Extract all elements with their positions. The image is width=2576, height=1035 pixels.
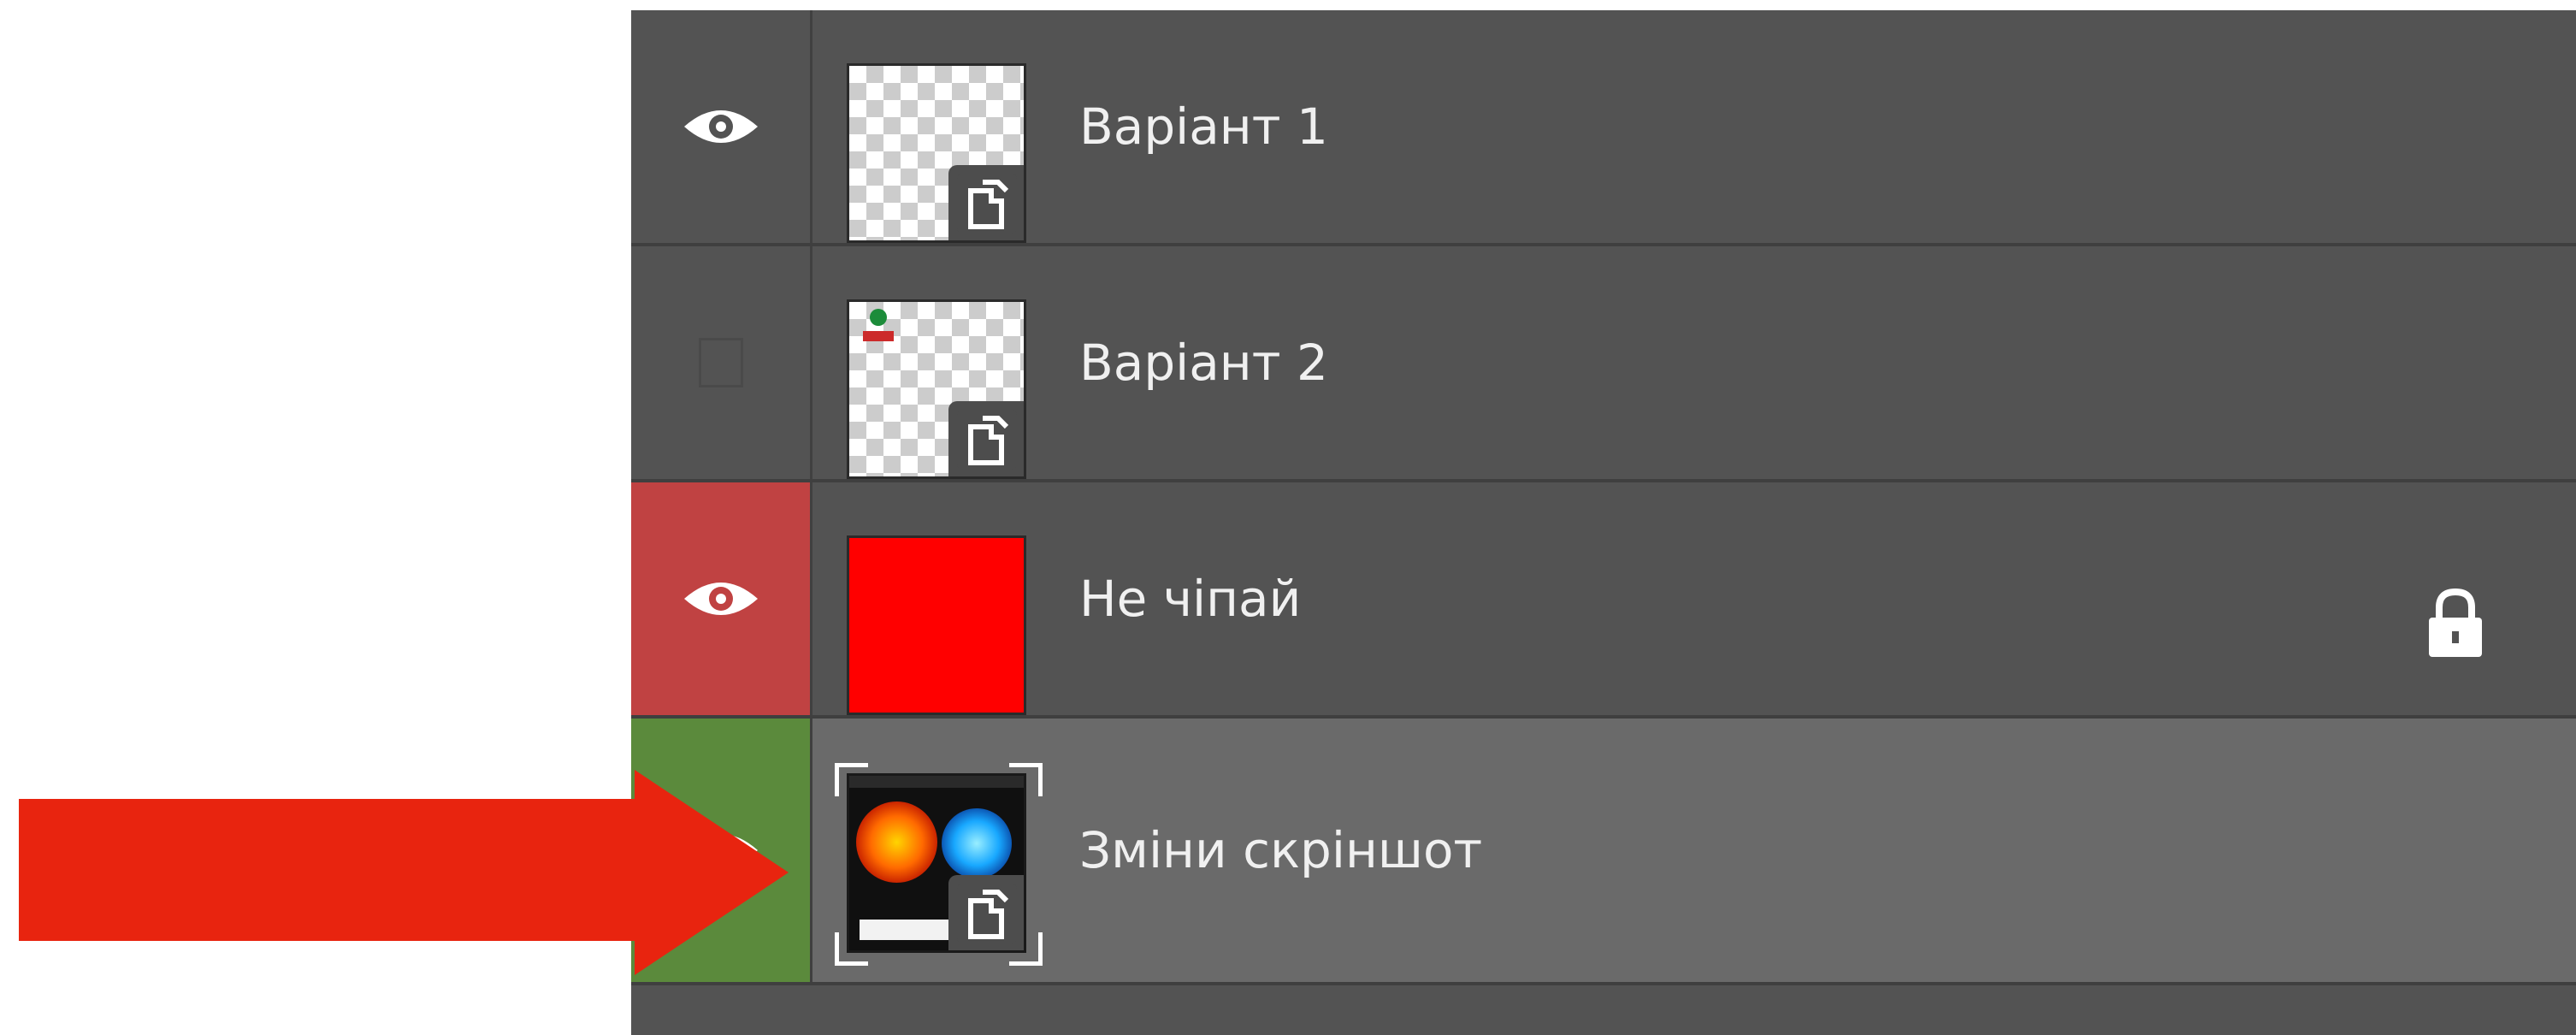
eye-icon[interactable] (682, 575, 759, 623)
layer-name[interactable]: Варіант 1 (1079, 10, 1328, 243)
layer-name[interactable]: Зміни скріншот (1079, 719, 1482, 982)
layer-thumbnail (847, 63, 1026, 243)
layer-name[interactable]: Не чіпай (1079, 482, 1301, 715)
selection-frame-corner (1009, 763, 1043, 796)
layers-panel: Варіант 1 Варіант 2 Не чіпай Зміни скрін… (631, 0, 2576, 1035)
selection-frame-corner (835, 932, 868, 966)
selection-frame-corner (1009, 932, 1043, 966)
selection-frame-corner (835, 763, 868, 796)
layer-row-variant-1[interactable]: Варіант 1 (631, 10, 2576, 246)
layer-name[interactable]: Варіант 2 (1079, 246, 1328, 479)
layer-row-ne-chipai[interactable]: Не чіпай (631, 482, 2576, 719)
layer-row-variant-2[interactable]: Варіант 2 (631, 246, 2576, 482)
visibility-toggle[interactable] (631, 482, 812, 715)
layer-row-zminy-skrinshot[interactable]: Зміни скріншот (631, 719, 2576, 985)
layer-thumbnail (847, 773, 1026, 953)
eye-icon[interactable] (682, 103, 759, 151)
smart-object-badge-icon (948, 165, 1024, 240)
red-arrow-annotation (19, 770, 789, 975)
visibility-toggle[interactable] (631, 10, 812, 243)
lock-icon[interactable] (2425, 587, 2485, 659)
layer-thumbnail (847, 299, 1026, 479)
panel-top-edge (631, 0, 2576, 10)
hidden-visibility-box[interactable] (698, 338, 743, 387)
mini-content-icon (863, 309, 894, 341)
layer-thumbnail (847, 535, 1026, 715)
visibility-toggle[interactable] (631, 246, 812, 479)
smart-object-badge-icon (948, 401, 1024, 476)
